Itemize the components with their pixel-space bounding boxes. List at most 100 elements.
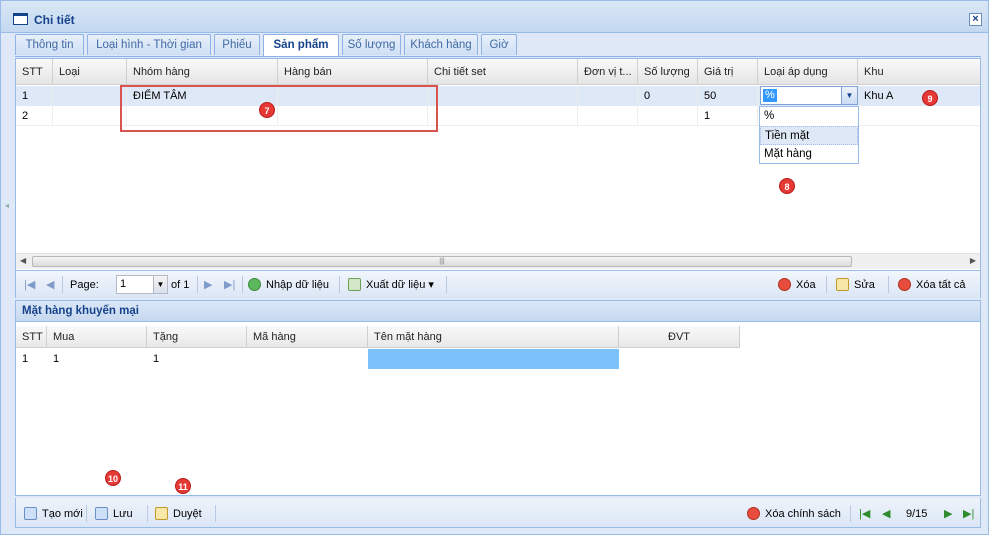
save-icon xyxy=(95,507,108,520)
import-button[interactable]: Nhập dữ liệu xyxy=(248,277,329,293)
divider xyxy=(339,276,340,293)
col-nhom-hang[interactable]: Nhóm hàng xyxy=(127,59,278,85)
import-label: Nhập dữ liệu xyxy=(266,279,330,291)
table-row[interactable]: 1 1 1 xyxy=(16,349,740,369)
approve-button[interactable]: Duyệt xyxy=(155,506,202,522)
last-page-icon[interactable]: ▶| xyxy=(224,278,235,291)
grid-header: STT Loại Nhóm hàng Hàng bán Chi tiết set… xyxy=(16,59,980,85)
cell-mua[interactable]: 1 xyxy=(47,349,147,369)
divider xyxy=(215,505,216,522)
option-tien-mat[interactable]: Tiền mặt xyxy=(760,126,858,145)
col-khu[interactable]: Khu xyxy=(858,59,980,85)
cell-tang[interactable]: 1 xyxy=(147,349,247,369)
col-chi-tiet-set[interactable]: Chi tiết set xyxy=(428,59,578,85)
prev-page-icon[interactable]: ◀ xyxy=(46,278,54,291)
next-record-icon[interactable]: ▶ xyxy=(944,507,952,520)
tab-so-luong[interactable]: Số lượng xyxy=(342,34,401,55)
cell-gia-tri[interactable]: 1 xyxy=(698,106,758,126)
cell-so-luong[interactable]: 0 xyxy=(638,86,698,106)
col-so-luong[interactable]: Số lượng xyxy=(638,59,698,85)
first-page-icon[interactable]: |◀ xyxy=(24,278,35,291)
col-stt[interactable]: STT xyxy=(16,59,53,85)
option-percent[interactable]: % xyxy=(760,107,858,126)
apply-type-dropdown: % Tiền mặt Mặt hàng xyxy=(759,106,859,164)
col-loai[interactable]: Loại xyxy=(53,59,127,85)
scroll-right-icon[interactable]: ▶ xyxy=(970,256,976,265)
next-page-icon[interactable]: ▶ xyxy=(204,278,212,291)
delete-all-icon xyxy=(898,278,911,291)
cell-loai[interactable] xyxy=(53,106,127,126)
page-total: of 1 xyxy=(171,279,190,291)
page-input[interactable]: 1 xyxy=(116,275,154,294)
scroll-thumb[interactable]: ||| xyxy=(32,256,852,267)
col-ma-hang[interactable]: Mã hàng xyxy=(247,326,368,348)
divider xyxy=(826,276,827,293)
tab-divider xyxy=(15,56,981,57)
plus-icon xyxy=(248,278,261,291)
save-button[interactable]: Lưu xyxy=(95,506,133,522)
col-ten-mat-hang[interactable]: Tên mặt hàng xyxy=(368,326,619,348)
page-select-icon[interactable]: ▼ xyxy=(154,275,168,294)
col-dvt[interactable]: ĐVT xyxy=(619,326,740,348)
col-loai-ap-dung[interactable]: Loại áp dụng xyxy=(758,59,858,85)
cell-dvt[interactable] xyxy=(619,349,740,369)
col-mua[interactable]: Mua xyxy=(47,326,147,348)
cell-stt: 2 xyxy=(16,106,53,126)
cell-chi-tiet-set[interactable] xyxy=(428,86,578,106)
col-don-vi[interactable]: Đơn vị t... xyxy=(578,59,638,85)
prev-record-icon[interactable]: ◀ xyxy=(882,507,890,520)
col-hang-ban[interactable]: Hàng bán xyxy=(278,59,428,85)
new-button[interactable]: Tạo mới xyxy=(24,506,83,522)
cell-so-luong[interactable] xyxy=(638,106,698,126)
panel-title: Mặt hàng khuyến mại xyxy=(16,301,980,322)
new-label: Tạo mới xyxy=(42,508,83,520)
horizontal-scrollbar[interactable]: ◀ ||| ▶ xyxy=(16,253,980,269)
splitter-handle[interactable]: ◂ xyxy=(5,201,9,210)
tab-loai-hinh-thoi-gian[interactable]: Loại hình - Thời gian xyxy=(87,34,211,55)
col-stt[interactable]: STT xyxy=(16,326,47,348)
cell-chi-tiet-set[interactable] xyxy=(428,106,578,126)
annotation-highlight xyxy=(120,85,438,132)
cell-khu[interactable] xyxy=(858,106,980,126)
promo-items-panel: Mặt hàng khuyến mại STT Mua Tặng Mã hàng… xyxy=(15,300,981,496)
promo-grid-header: STT Mua Tặng Mã hàng Tên mặt hàng ĐVT xyxy=(16,326,740,348)
option-mat-hang[interactable]: Mặt hàng xyxy=(760,145,858,164)
tab-khach-hang[interactable]: Khách hàng xyxy=(404,34,478,55)
delete-policy-button[interactable]: Xóa chính sách xyxy=(747,506,841,522)
scroll-left-icon[interactable]: ◀ xyxy=(20,256,26,265)
record-position: 9/15 xyxy=(906,508,928,520)
approve-label: Duyệt xyxy=(173,508,202,520)
export-button[interactable]: Xuất dữ liệu ▾ xyxy=(348,277,434,293)
cell-ma-hang[interactable] xyxy=(247,349,368,369)
tab-gio[interactable]: Giờ xyxy=(481,34,517,55)
close-icon[interactable]: × xyxy=(969,13,982,26)
apply-type-value[interactable]: % xyxy=(763,89,777,102)
col-gia-tri[interactable]: Giá trị xyxy=(698,59,758,85)
tab-san-pham[interactable]: Sản phẩm xyxy=(263,34,339,56)
delete-button[interactable]: Xóa xyxy=(778,277,816,293)
apply-type-combo[interactable]: % ▼ xyxy=(760,86,858,105)
cell-ten-mat-hang-editing[interactable] xyxy=(368,349,619,369)
window-titlebar: Chi tiết × xyxy=(1,1,988,33)
cell-don-vi[interactable] xyxy=(578,106,638,126)
chevron-down-icon[interactable]: ▼ xyxy=(841,87,857,104)
first-record-icon[interactable]: |◀ xyxy=(859,507,870,520)
footer-toolbar: Tạo mới Lưu Duyệt Xóa chính sách |◀ ◀ 9/… xyxy=(15,498,981,528)
cell-don-vi[interactable] xyxy=(578,86,638,106)
cell-khu[interactable]: Khu A xyxy=(858,86,980,106)
export-icon xyxy=(348,278,361,291)
delete-policy-icon xyxy=(747,507,760,520)
last-record-icon[interactable]: ▶| xyxy=(963,507,974,520)
tab-thong-tin[interactable]: Thông tin xyxy=(15,34,84,55)
save-label: Lưu xyxy=(113,508,133,520)
annotation-badge-7: 7 xyxy=(259,102,275,118)
delete-all-button[interactable]: Xóa tất cả xyxy=(898,277,966,293)
cell-stt: 1 xyxy=(16,86,53,106)
cell-loai[interactable] xyxy=(53,86,127,106)
col-tang[interactable]: Tặng xyxy=(147,326,247,348)
edit-button[interactable]: Sửa xyxy=(836,277,875,293)
divider xyxy=(242,276,243,293)
cell-gia-tri[interactable]: 50 xyxy=(698,86,758,106)
edit-label: Sửa xyxy=(854,279,875,291)
tab-phieu[interactable]: Phiếu xyxy=(214,34,260,55)
